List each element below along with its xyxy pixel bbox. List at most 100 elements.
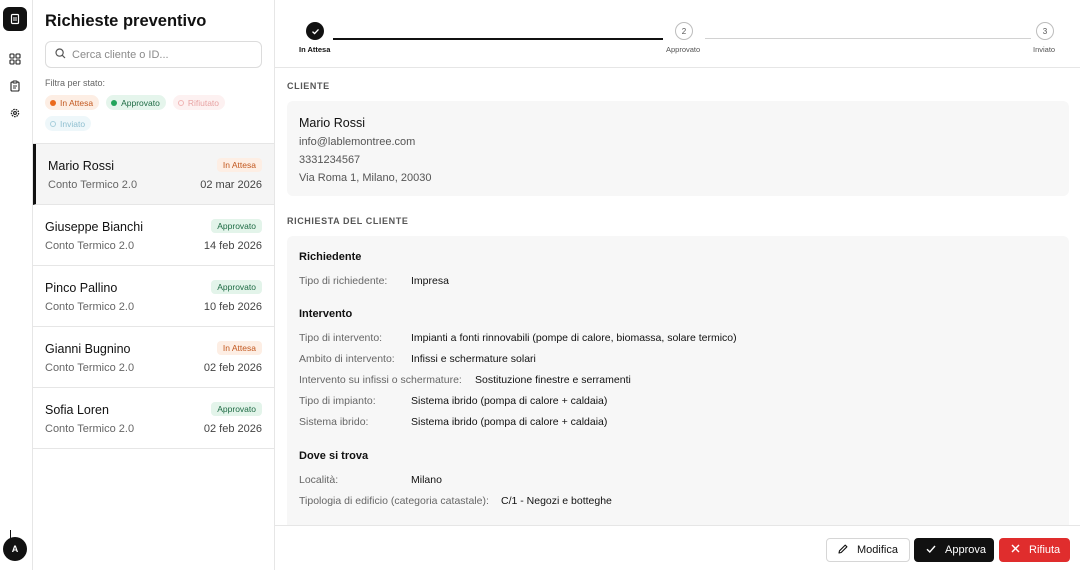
row-value: Sostituzione finestre e serramenti <box>475 374 631 386</box>
clipboard-icon[interactable] <box>6 77 24 95</box>
request-date: 14 feb 2026 <box>203 240 262 252</box>
step-3-marker: 3 <box>1036 22 1054 40</box>
client-name: Mario Rossi <box>48 159 114 173</box>
row-value: Sistema ibrido (pompa di calore + caldai… <box>411 395 608 407</box>
dashboard-icon[interactable] <box>6 50 24 68</box>
row-value: Infissi e schermature solari <box>411 353 536 365</box>
group-title-dove-si-trova: Dove si trova <box>299 450 369 462</box>
client-name: Giuseppe Bianchi <box>45 220 143 234</box>
list-item[interactable]: Mario Rossi Conto Termico 2.0 In Attesa … <box>33 144 274 205</box>
approve-button-label: Approva <box>945 544 986 556</box>
detail-row: Tipo di richiedente: Impresa <box>299 275 449 287</box>
check-icon <box>925 543 937 558</box>
row-label: Tipo di impianto: <box>299 395 376 407</box>
page-title: Richieste preventivo <box>45 12 207 30</box>
step-2-marker: 2 <box>675 22 693 40</box>
client-name: Mario Rossi <box>299 116 365 130</box>
action-bar: Modifica Approva Rifiuta <box>275 525 1080 570</box>
status-dot <box>50 99 56 106</box>
status-badge: Approvato <box>211 402 262 416</box>
product-name: Conto Termico 2.0 <box>48 179 138 191</box>
detail-row: Sistema ibrido: Sistema ibrido (pompa di… <box>299 416 607 428</box>
row-label: Ambito di intervento: <box>299 353 395 365</box>
search-icon <box>55 46 66 64</box>
filter-label: Filtra per stato: <box>45 78 106 88</box>
list-item[interactable]: Pinco Pallino Conto Termico 2.0 Approvat… <box>33 266 274 327</box>
row-value: Impianti a fonti rinnovabili (pompe di c… <box>411 332 737 344</box>
request-list: Mario Rossi Conto Termico 2.0 In Attesa … <box>33 143 274 449</box>
client-address: Via Roma 1, Milano, 20030 <box>299 172 432 184</box>
product-name: Conto Termico 2.0 <box>45 423 135 435</box>
group-title-intervento: Intervento <box>299 308 353 320</box>
detail-row: Tipo di impianto: Sistema ibrido (pompa … <box>299 395 607 407</box>
status-badge: In Attesa <box>216 158 262 172</box>
approve-button[interactable]: Approva <box>914 538 994 562</box>
status-dot <box>111 99 118 106</box>
detail-row: Intervento su infissi o schermature: Sos… <box>299 374 631 386</box>
document-icon[interactable] <box>3 7 27 31</box>
search-input[interactable] <box>72 48 252 61</box>
request-date: 02 feb 2026 <box>203 362 262 374</box>
client-name: Sofia Loren <box>45 403 109 417</box>
icon-rail: A <box>0 0 33 570</box>
row-label: Sistema ibrido: <box>299 416 369 428</box>
filter-chip-rifiutato[interactable]: Rifiutato <box>172 95 226 110</box>
list-item[interactable]: Gianni Bugnino Conto Termico 2.0 In Atte… <box>33 327 274 388</box>
step-1-check-icon <box>306 22 324 40</box>
request-date: 10 feb 2026 <box>203 301 262 313</box>
client-name: Gianni Bugnino <box>45 342 131 356</box>
client-email: info@lablemontree.com <box>299 136 416 148</box>
row-label: Intervento su infissi o schermature: <box>299 374 462 386</box>
pencil-icon <box>837 543 849 558</box>
row-label: Tipo di richiedente: <box>299 275 388 287</box>
reject-button-label: Rifiuta <box>1029 544 1061 556</box>
client-section-title: CLIENTE <box>287 81 330 91</box>
row-value: C/1 - Negozi e botteghe <box>501 495 612 507</box>
step-label-attesa: In Attesa <box>299 45 331 54</box>
avatar[interactable]: A <box>3 537 27 561</box>
filter-chip-attesa[interactable]: In Attesa <box>45 95 100 110</box>
detail-row: Tipologia di edificio (categoria catasta… <box>299 495 612 507</box>
reject-button[interactable]: Rifiuta <box>999 538 1070 562</box>
gear-icon[interactable] <box>6 104 24 122</box>
list-item[interactable]: Sofia Loren Conto Termico 2.0 Approvato … <box>33 388 274 449</box>
detail-row: Tipo di intervento: Impianti a fonti rin… <box>299 332 737 344</box>
row-value: Impresa <box>411 275 449 287</box>
status-badge: Approvato <box>211 280 262 294</box>
edit-button[interactable]: Modifica <box>826 538 910 562</box>
step-label-inviato: Inviato <box>1033 45 1056 54</box>
edit-button-label: Modifica <box>857 544 898 556</box>
filter-chip-label: Approvato <box>121 97 160 108</box>
row-label: Tipologia di edificio (categoria catasta… <box>299 495 489 507</box>
status-stepper: 2 3 In Attesa Approvato Inviato <box>275 0 1080 68</box>
request-list-panel: Richieste preventivo Filtra per stato: I… <box>33 0 275 570</box>
close-icon <box>1010 543 1021 557</box>
request-section-title: RICHIESTA DEL CLIENTE <box>287 216 409 226</box>
step-label-approvato: Approvato <box>666 45 701 54</box>
status-dot <box>50 120 56 127</box>
product-name: Conto Termico 2.0 <box>45 362 135 374</box>
filter-chip-inviato[interactable]: Inviato <box>45 116 92 131</box>
product-name: Conto Termico 2.0 <box>45 240 135 252</box>
client-name: Pinco Pallino <box>45 281 118 295</box>
status-badge: In Attesa <box>216 341 262 355</box>
status-filters: In Attesa Approvato Rifiutato Inviato <box>45 95 270 131</box>
filter-chip-label: Inviato <box>60 118 86 129</box>
step-connector-done <box>333 38 663 40</box>
detail-row: Ambito di intervento: Infissi e schermat… <box>299 353 536 365</box>
product-name: Conto Termico 2.0 <box>45 301 135 313</box>
group-title-richiedente: Richiedente <box>299 251 362 263</box>
request-detail: 2 3 In Attesa Approvato Inviato CLIENTE … <box>275 0 1080 570</box>
row-label: Tipo di intervento: <box>299 332 383 344</box>
step-connector-todo <box>705 38 1031 39</box>
request-date: 02 mar 2026 <box>200 179 262 191</box>
row-value: Milano <box>411 474 442 486</box>
client-card: Mario Rossi info@lablemontree.com 333123… <box>287 101 1069 196</box>
row-value: Sistema ibrido (pompa di calore + caldai… <box>411 416 608 428</box>
filter-chip-approvato[interactable]: Approvato <box>106 95 166 110</box>
list-item[interactable]: Giuseppe Bianchi Conto Termico 2.0 Appro… <box>33 205 274 266</box>
status-dot <box>177 99 184 106</box>
row-label: Località: <box>299 474 339 486</box>
filter-chip-label: In Attesa <box>60 97 94 108</box>
search-box[interactable] <box>45 41 262 68</box>
